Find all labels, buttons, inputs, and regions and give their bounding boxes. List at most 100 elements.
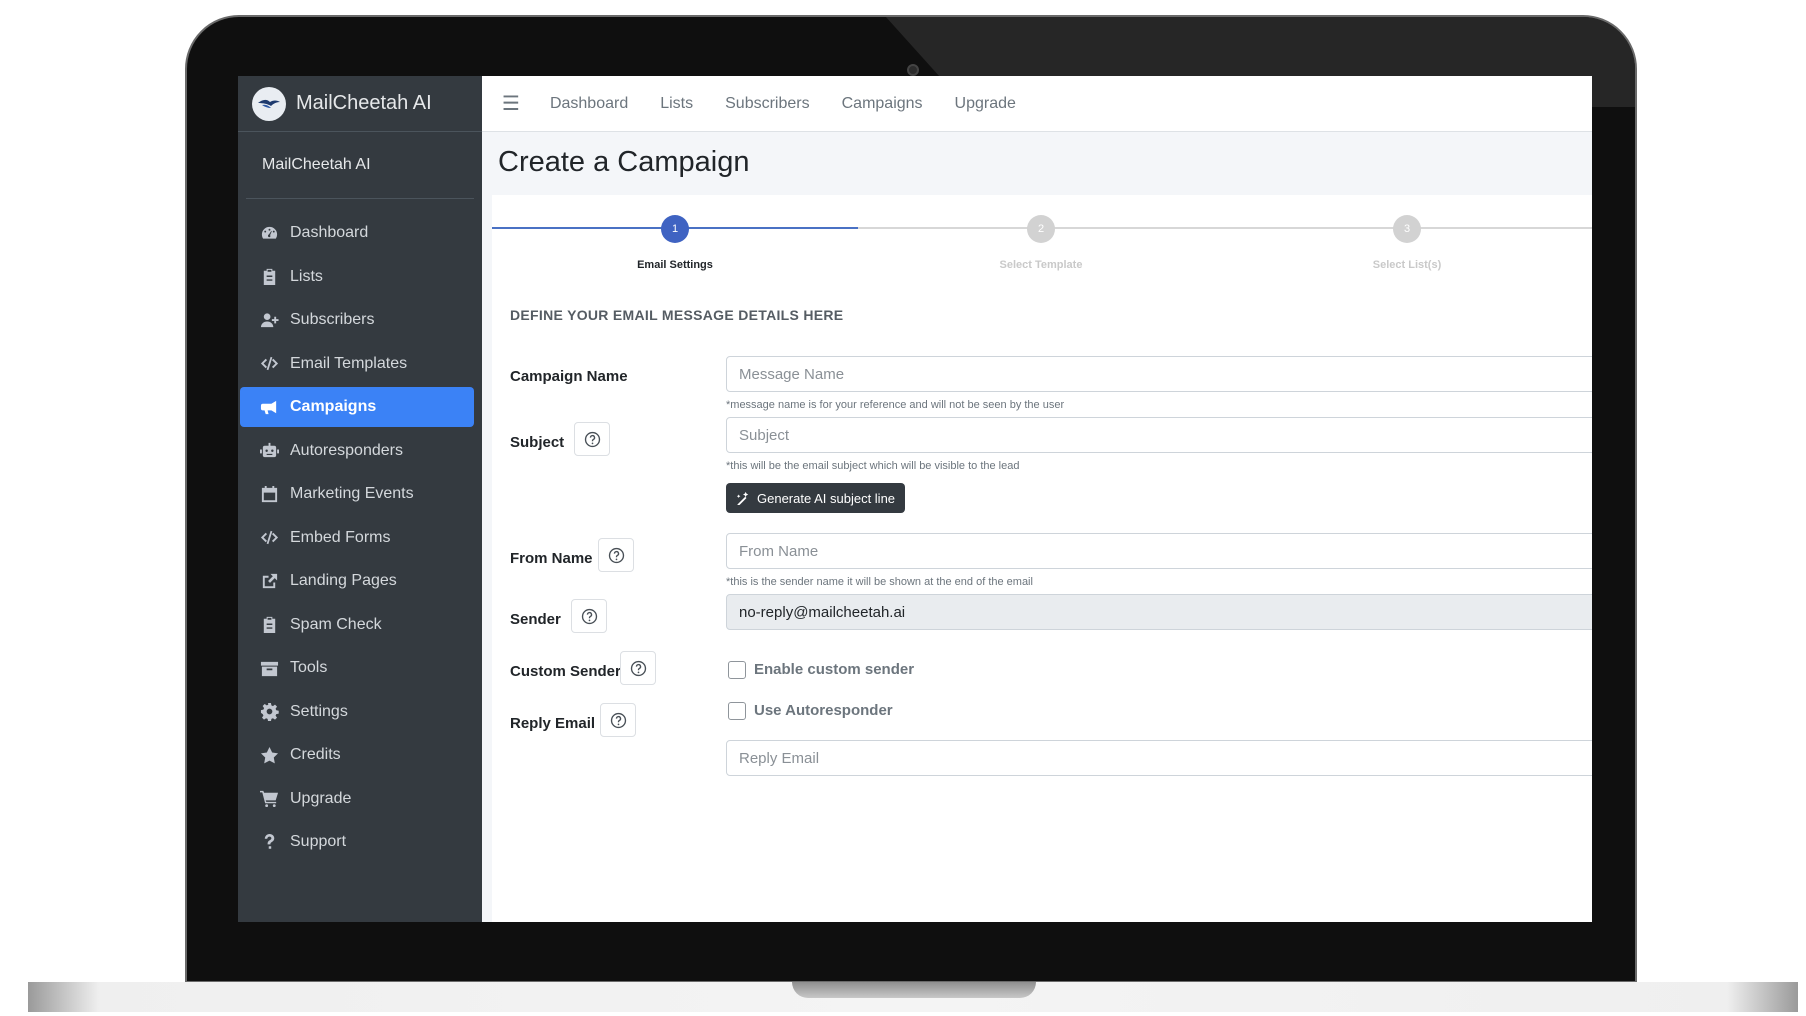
bullhorn-icon <box>258 397 280 417</box>
code-icon <box>258 528 280 548</box>
clipboard-icon <box>258 615 280 635</box>
sidebar-item-label: Upgrade <box>290 789 352 807</box>
sidebar-item-campaigns[interactable]: Campaigns <box>240 387 474 427</box>
subject-help-button[interactable] <box>574 422 610 456</box>
sidebar-item-label: Embed Forms <box>290 528 391 546</box>
section-title: DEFINE YOUR EMAIL MESSAGE DETAILS HERE <box>510 307 844 323</box>
magic-wand-icon <box>736 491 749 505</box>
use-autoresponder-label[interactable]: Use Autoresponder <box>754 702 893 719</box>
topnav-link-lists[interactable]: Lists <box>660 95 693 113</box>
help-circle-icon <box>630 660 646 676</box>
archive-icon <box>258 658 280 678</box>
laptop-hinge <box>792 982 1036 998</box>
topnav-link-campaigns[interactable]: Campaigns <box>842 95 923 113</box>
sidebar-item-tools[interactable]: Tools <box>240 648 474 688</box>
step-2-label: Select Template <box>999 259 1083 271</box>
help-circle-icon <box>584 431 600 447</box>
sidebar-item-autoresponders[interactable]: Autoresponders <box>240 431 474 471</box>
app-screen: MailCheetah AI MailCheetah AI Dashboard … <box>238 76 1592 922</box>
code-icon <box>258 354 280 374</box>
brand-link[interactable]: MailCheetah AI <box>238 76 482 132</box>
calendar-icon <box>258 484 280 504</box>
sidebar-item-label: Marketing Events <box>290 485 414 502</box>
page-title: Create a Campaign <box>498 146 750 178</box>
campaign-name-hint: *message name is for your reference and … <box>726 399 1065 411</box>
sidebar-item-label: Dashboard <box>290 224 369 241</box>
sidebar-item-support[interactable]: Support <box>240 822 474 862</box>
sidebar-item-label: Autoresponders <box>290 441 403 459</box>
from-name-help-button[interactable] <box>598 538 634 572</box>
sidebar-item-label: Email Templates <box>290 354 408 372</box>
external-link-icon <box>258 571 280 591</box>
sidebar-nav: Dashboard Lists Subscribers Email Templa… <box>238 199 482 862</box>
sidebar-item-embed-forms[interactable]: Embed Forms <box>240 518 474 558</box>
star-icon <box>258 745 280 765</box>
sender-help-button[interactable] <box>571 599 607 633</box>
user-panel[interactable]: MailCheetah AI <box>246 132 474 199</box>
from-name-label: From Name <box>510 550 593 567</box>
content-area: Create a Campaign 1 Email Settings 2 Sel… <box>482 132 1592 922</box>
sidebar-item-lists[interactable]: Lists <box>240 257 474 297</box>
user-plus-icon <box>258 310 280 330</box>
sidebar-item-subscribers[interactable]: Subscribers <box>240 300 474 340</box>
generate-ai-subject-label: Generate AI subject line <box>757 490 896 506</box>
step-3-indicator[interactable]: 3 <box>1393 215 1421 243</box>
robot-icon <box>258 441 280 461</box>
reply-email-help-button[interactable] <box>600 703 636 737</box>
help-circle-icon <box>581 608 597 624</box>
sidebar-item-settings[interactable]: Settings <box>240 692 474 732</box>
sender-label: Sender <box>510 611 561 628</box>
sidebar-item-label: Subscribers <box>290 311 375 328</box>
sidebar-item-label: Lists <box>290 267 323 285</box>
brand-name: MailCheetah AI <box>296 92 432 114</box>
sidebar-item-landing-pages[interactable]: Landing Pages <box>240 561 474 601</box>
use-autoresponder-checkbox[interactable] <box>728 702 746 720</box>
subject-hint: *this will be the email subject which wi… <box>726 460 1020 472</box>
topnav-link-upgrade[interactable]: Upgrade <box>955 95 1016 113</box>
sidebar: MailCheetah AI MailCheetah AI Dashboard … <box>238 76 482 922</box>
help-circle-icon <box>608 547 624 563</box>
sidebar-item-label: Support <box>290 833 347 850</box>
hamburger-menu-icon[interactable]: ☰ <box>502 91 520 116</box>
sidebar-item-upgrade[interactable]: Upgrade <box>240 779 474 819</box>
step-3-label: Select List(s) <box>1372 259 1442 271</box>
clipboard-icon <box>258 267 280 287</box>
from-name-input[interactable] <box>726 533 1592 569</box>
sidebar-item-email-templates[interactable]: Email Templates <box>240 344 474 384</box>
help-circle-icon <box>610 712 626 728</box>
reply-email-label: Reply Email <box>510 715 596 732</box>
sidebar-item-label: Tools <box>290 659 328 676</box>
generate-ai-subject-button[interactable]: Generate AI subject line <box>726 483 906 513</box>
brand-logo-icon <box>252 86 286 121</box>
subject-input[interactable] <box>726 417 1592 453</box>
custom-sender-label: Custom Sender <box>510 663 621 680</box>
sidebar-item-spam-check[interactable]: Spam Check <box>240 605 474 645</box>
user-name: MailCheetah AI <box>262 156 371 173</box>
step-1-indicator[interactable]: 1 <box>661 215 689 243</box>
sidebar-item-label: Landing Pages <box>290 572 397 589</box>
cart-icon <box>258 789 280 809</box>
subject-label: Subject <box>510 434 565 451</box>
sidebar-item-label: Campaigns <box>290 398 377 415</box>
campaign-name-input[interactable] <box>726 356 1592 392</box>
campaign-name-label: Campaign Name <box>510 368 628 385</box>
enable-custom-sender-label[interactable]: Enable custom sender <box>754 661 914 678</box>
step-1-label: Email Settings <box>637 259 713 271</box>
step-2-indicator[interactable]: 2 <box>1027 215 1055 243</box>
reply-email-input[interactable] <box>726 740 1592 776</box>
sidebar-item-marketing-events[interactable]: Marketing Events <box>240 474 474 514</box>
question-icon <box>258 832 280 852</box>
campaign-form-card: 1 Email Settings 2 Select Template 3 Sel… <box>492 195 1592 922</box>
gear-icon <box>258 702 280 722</box>
topnav-link-subscribers[interactable]: Subscribers <box>725 95 809 113</box>
enable-custom-sender-checkbox[interactable] <box>728 661 746 679</box>
sidebar-item-dashboard[interactable]: Dashboard <box>240 213 474 253</box>
custom-sender-help-button[interactable] <box>620 651 656 685</box>
top-navbar: ☰ Dashboard Lists Subscribers Campaigns … <box>482 76 1592 132</box>
sidebar-item-label: Settings <box>290 702 348 720</box>
sidebar-item-credits[interactable]: Credits <box>240 735 474 775</box>
sender-input <box>726 594 1592 630</box>
from-name-hint: *this is the sender name it will be show… <box>726 576 1033 588</box>
tachometer-icon <box>258 223 280 243</box>
topnav-link-dashboard[interactable]: Dashboard <box>550 95 628 113</box>
